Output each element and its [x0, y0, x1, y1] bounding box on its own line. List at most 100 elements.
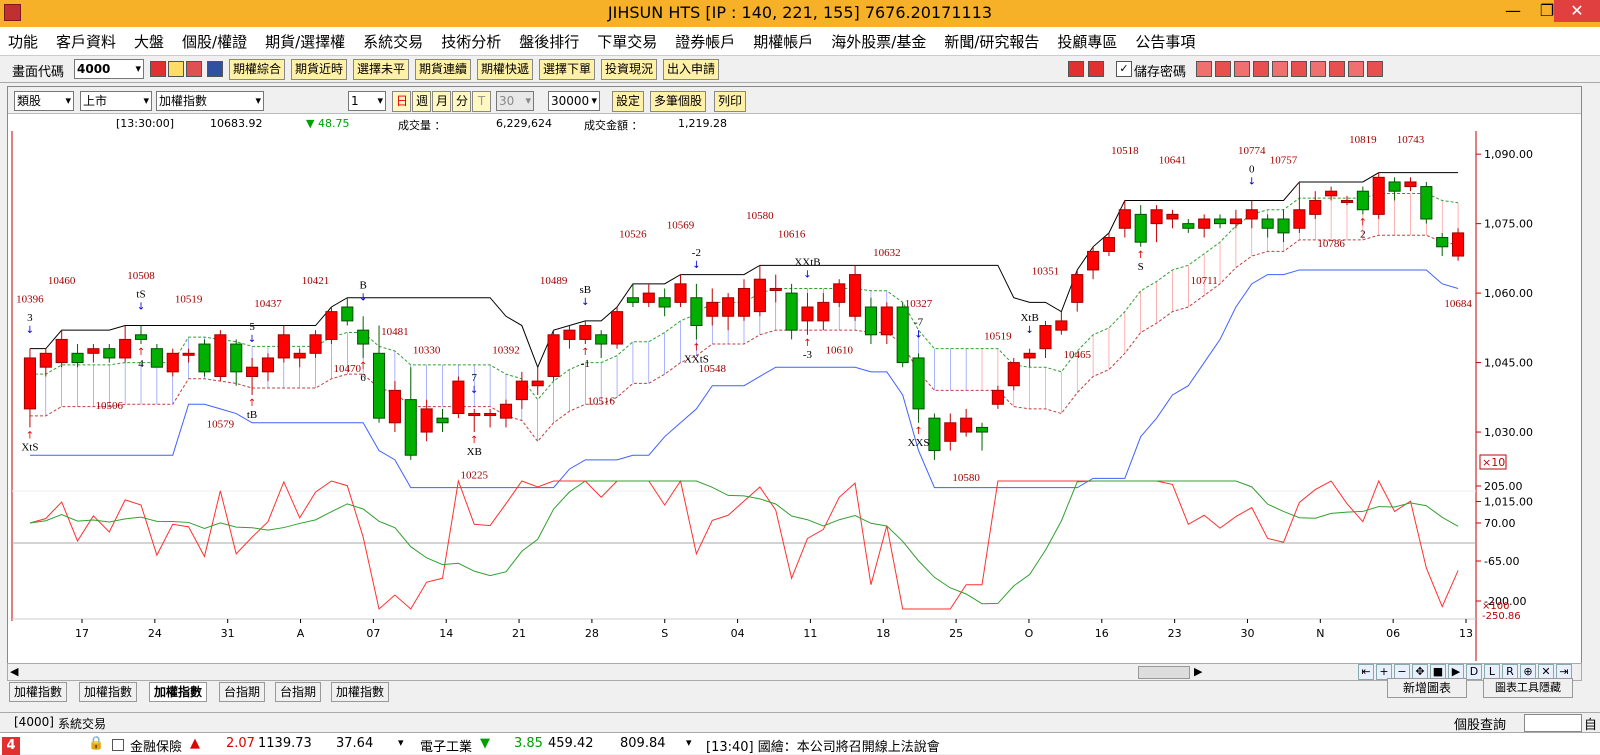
period-number[interactable]: 1: [348, 91, 386, 111]
chart-scrollbar[interactable]: ◀ ▶ ⇤ + − ✥ ■ ▶ D L R ⊕ ✕ ⇥: [7, 663, 1582, 681]
candle-body: [198, 343, 211, 373]
count-select[interactable]: 30: [496, 91, 534, 111]
hide-tools-button[interactable]: 圖表工具隱藏: [1483, 678, 1573, 698]
tool-icon-5[interactable]: [1291, 61, 1307, 77]
menu-item-6[interactable]: 技術分析: [433, 27, 501, 52]
candle-body: [1420, 186, 1433, 220]
nav-icon-0[interactable]: ⇤: [1358, 664, 1374, 680]
chart-tab-2[interactable]: 加權指數: [149, 682, 208, 702]
minimize-button[interactable]: —: [1496, 0, 1530, 22]
period-unit-1[interactable]: 週: [412, 91, 431, 112]
tool-icon-3[interactable]: [1253, 61, 1269, 77]
candle-body: [547, 334, 560, 377]
osc-tick-label: 205.00: [1484, 480, 1523, 493]
toolbar-button-3[interactable]: 期貨連續: [415, 59, 472, 80]
scroll-thumb[interactable]: [1138, 666, 1190, 679]
folder-icon[interactable]: [168, 61, 184, 77]
tool-icon-9[interactable]: [1367, 61, 1383, 77]
x-tick-label: 28: [585, 627, 599, 640]
hl-label: 10580: [746, 210, 774, 222]
menu-item-5[interactable]: 系統交易: [355, 27, 423, 52]
chart-tab-0[interactable]: 加權指數: [9, 682, 68, 702]
toolbar-button-0[interactable]: 期權綜合: [229, 59, 286, 80]
toolbar-button-7[interactable]: 出入申請: [663, 59, 720, 80]
save-password-label: 儲存密碼: [1134, 65, 1187, 80]
chart-tab-3[interactable]: 台指期: [219, 682, 266, 702]
candle-body: [1340, 199, 1354, 203]
candle-body: [1134, 213, 1147, 243]
hl-label: 10610: [825, 344, 853, 356]
chart-tab-4[interactable]: 台指期: [275, 682, 322, 702]
menu-item-7[interactable]: 盤後排行: [511, 27, 579, 52]
candlestick-chart[interactable]: 10396 10460 10506 10508 10519 10579 10437 10421…: [8, 131, 1581, 661]
period-unit-0[interactable]: 日: [392, 91, 411, 112]
stock-query-input[interactable]: [1524, 714, 1582, 732]
toolbar-button-1[interactable]: 期貨近時: [291, 59, 348, 80]
menu-item-14[interactable]: 公告事項: [1127, 27, 1195, 52]
nav-icon-6[interactable]: D: [1466, 664, 1482, 680]
page-number-4[interactable]: 4: [2, 737, 20, 755]
hl-label: 10819: [1349, 134, 1377, 146]
right-arrow-icon[interactable]: [1088, 61, 1104, 77]
chart-tab-1[interactable]: 加權指數: [79, 682, 138, 702]
menu-item-4[interactable]: 期貨/選擇權: [257, 27, 345, 52]
menu-item-3[interactable]: 個股/權證: [174, 27, 247, 52]
scroll-left-icon[interactable]: ◀: [10, 665, 18, 678]
candle-body: [975, 426, 989, 433]
market-select[interactable]: 上市: [80, 91, 152, 111]
hl-label: 10506: [96, 400, 124, 412]
lock-icon[interactable]: 🔒: [88, 736, 104, 751]
x-tick-label: S: [661, 627, 668, 640]
chart-button-0[interactable]: 設定: [612, 91, 645, 112]
menu-item-12[interactable]: 新聞/研究報告: [936, 27, 1039, 52]
menu-item-10[interactable]: 期權帳戶: [745, 27, 813, 52]
chart-toolbar: 類股 上市 加權指數 1 日週月分T 30 30000 設定多筆個股列印: [8, 87, 1581, 114]
candle-body: [690, 297, 703, 327]
ticker-checkbox[interactable]: [112, 739, 124, 751]
tool-icon-8[interactable]: [1348, 61, 1364, 77]
dropdown-icon[interactable]: ▾: [686, 736, 692, 749]
save-password-checkbox[interactable]: ✓: [1116, 61, 1132, 77]
quantity-input[interactable]: 30000: [548, 91, 600, 111]
toolbar-button-5[interactable]: 選擇下單: [539, 59, 596, 80]
chart-tab-5[interactable]: 加權指數: [331, 682, 390, 702]
hl-label: 10330: [413, 344, 441, 356]
menu-item-13[interactable]: 投顧專區: [1049, 27, 1117, 52]
save-icon[interactable]: [186, 61, 202, 77]
x-tick-label: N: [1316, 627, 1324, 640]
scroll-right-icon[interactable]: ▶: [1194, 665, 1202, 678]
osc-extra-label: -250.86: [1482, 611, 1521, 622]
left-arrow-icon[interactable]: [1068, 61, 1084, 77]
red-icon[interactable]: [150, 61, 166, 77]
dropdown-icon[interactable]: [207, 61, 223, 77]
toolbar-button-2[interactable]: 選擇未平: [353, 59, 410, 80]
hl-label: 10632: [873, 247, 901, 259]
tool-icon-2[interactable]: [1234, 61, 1250, 77]
close-button[interactable]: ✕: [1554, 0, 1600, 22]
period-unit-3[interactable]: 分: [452, 91, 471, 112]
chart-button-1[interactable]: 多筆個股: [650, 91, 707, 112]
period-unit-4[interactable]: T: [472, 91, 491, 112]
tool-icon-1[interactable]: [1215, 61, 1231, 77]
menu-item-2[interactable]: 大盤: [126, 27, 164, 52]
signal-label: XXtB: [794, 256, 820, 268]
menu-item-1[interactable]: 客戶資料: [48, 27, 116, 52]
tool-icon-7[interactable]: [1329, 61, 1345, 77]
toolbar-button-4[interactable]: 期權快遞: [477, 59, 534, 80]
menu-item-8[interactable]: 下單交易: [589, 27, 657, 52]
index-select[interactable]: 加權指數: [156, 91, 264, 111]
period-unit-2[interactable]: 月: [432, 91, 451, 112]
toolbar-button-6[interactable]: 投資現況: [601, 59, 658, 80]
candle-body: [372, 352, 386, 419]
menu-item-9[interactable]: 證券帳戶: [667, 27, 735, 52]
new-chart-button[interactable]: 新增圖表: [1387, 678, 1467, 698]
dropdown-icon[interactable]: ▾: [398, 736, 404, 749]
chart-button-2[interactable]: 列印: [714, 91, 747, 112]
tool-icon-0[interactable]: [1196, 61, 1212, 77]
menu-item-11[interactable]: 海外股票/基金: [823, 27, 926, 52]
tool-icon-6[interactable]: [1310, 61, 1326, 77]
screen-code-select[interactable]: 4000: [74, 59, 144, 79]
category-select[interactable]: 類股: [14, 91, 74, 111]
tool-icon-4[interactable]: [1272, 61, 1288, 77]
menu-item-0[interactable]: 功能: [0, 27, 38, 52]
